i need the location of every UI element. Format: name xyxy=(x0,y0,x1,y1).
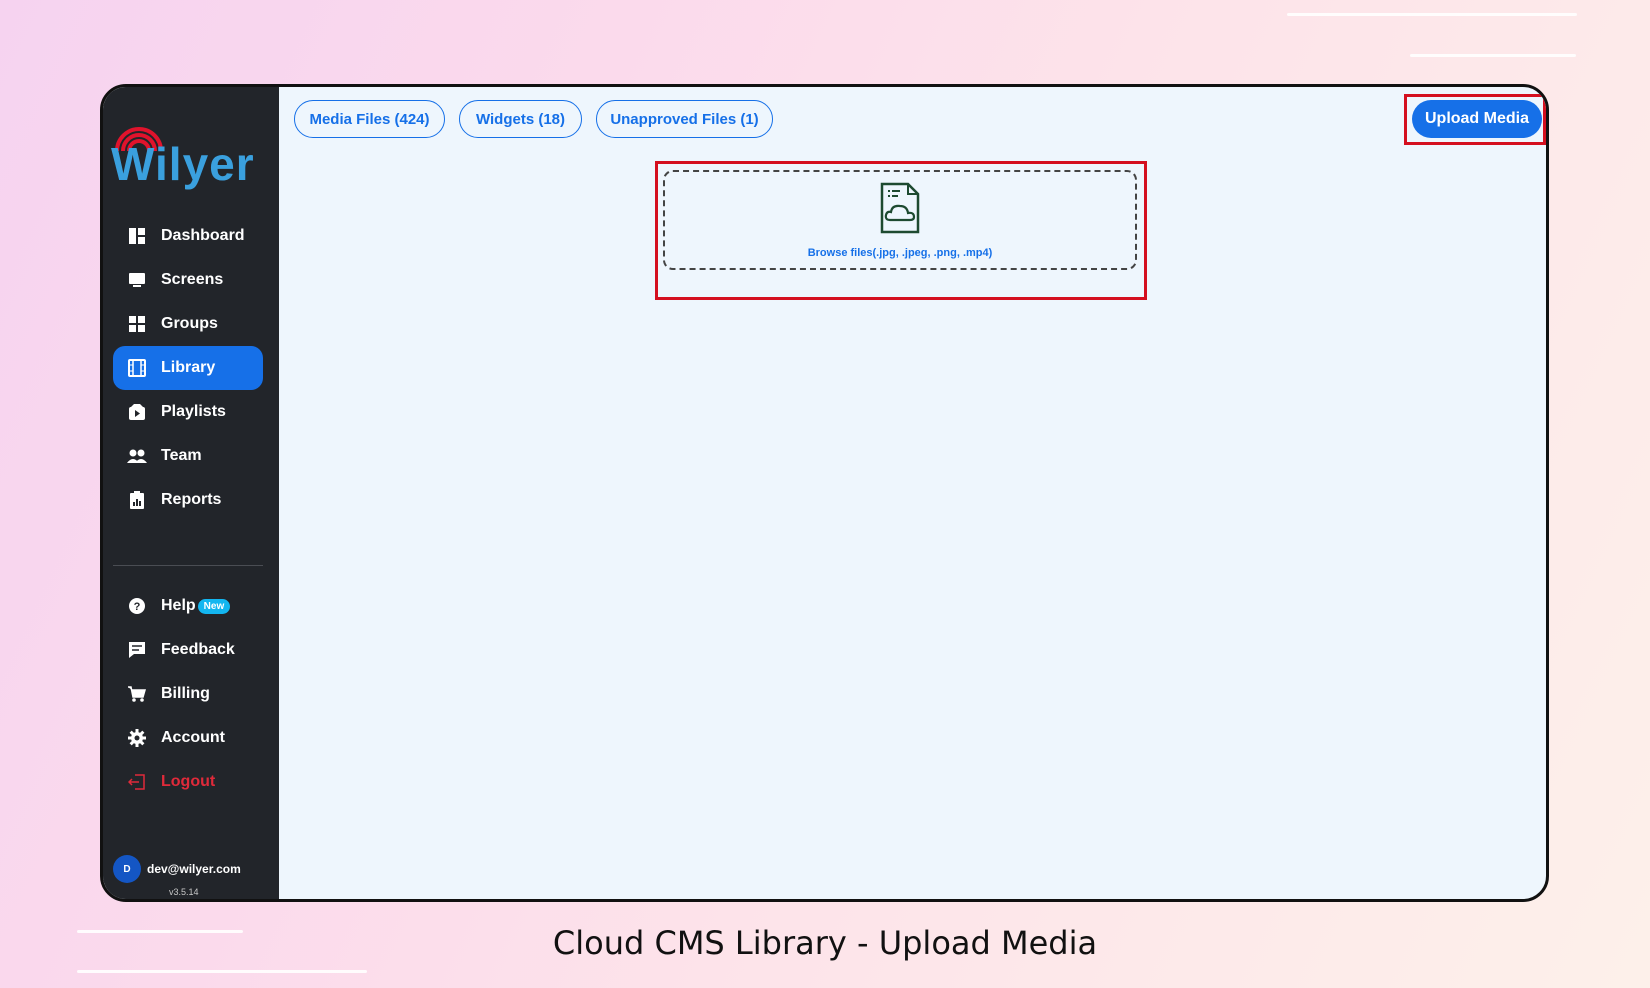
sidebar-item-label: Groups xyxy=(161,315,218,332)
user-email: dev@wilyer.com xyxy=(147,862,241,876)
help-icon: ? xyxy=(127,596,147,616)
sidebar-item-groups[interactable]: Groups xyxy=(113,302,263,346)
sidebar-item-label: Feedback xyxy=(161,641,235,658)
clipboard-icon xyxy=(127,490,147,510)
sidebar-item-label: Help xyxy=(161,597,196,614)
cloud-file-icon xyxy=(880,182,920,239)
tab-unapproved-files[interactable]: Unapproved Files (1) xyxy=(596,100,773,138)
upload-media-button[interactable]: Upload Media xyxy=(1412,100,1542,138)
sidebar-item-label: Account xyxy=(161,729,225,746)
sidebar-item-label: Screens xyxy=(161,271,224,288)
page-caption: Cloud CMS Library - Upload Media xyxy=(552,924,1098,962)
app-window: Wilyer Dashboard Screens Groups Library xyxy=(100,84,1549,902)
new-badge: New xyxy=(197,598,231,614)
sidebar-item-team[interactable]: Team xyxy=(113,434,263,478)
sidebar-item-screens[interactable]: Screens xyxy=(113,258,263,302)
tab-widgets[interactable]: Widgets (18) xyxy=(459,100,582,138)
sidebar-item-label: Reports xyxy=(161,491,222,508)
monitor-icon xyxy=(127,270,147,290)
decor-line xyxy=(77,970,367,973)
file-dropzone[interactable]: Browse files(.jpg, .jpeg, .png, .mp4) xyxy=(663,170,1137,270)
sidebar-item-label: Dashboard xyxy=(161,227,245,244)
logout-icon xyxy=(127,772,147,792)
user-profile[interactable]: D dev@wilyer.com xyxy=(113,855,241,883)
sidebar-item-label: Billing xyxy=(161,685,210,702)
avatar: D xyxy=(113,855,141,883)
sidebar: Wilyer Dashboard Screens Groups Library xyxy=(103,87,279,899)
upload-media-label: Upload Media xyxy=(1424,110,1529,127)
sidebar-item-feedback[interactable]: Feedback xyxy=(113,628,263,672)
tab-label: Unapproved Files (1) xyxy=(610,110,759,128)
main-content: Media Files (424) Widgets (18) Unapprove… xyxy=(279,87,1546,899)
sidebar-item-billing[interactable]: Billing xyxy=(113,672,263,716)
playlist-icon xyxy=(127,402,147,422)
sidebar-item-dashboard[interactable]: Dashboard xyxy=(113,214,263,258)
sidebar-item-library[interactable]: Library xyxy=(113,346,263,390)
sidebar-item-logout[interactable]: Logout xyxy=(113,760,263,804)
grid-icon xyxy=(127,314,147,334)
sidebar-item-label: Logout xyxy=(161,773,216,790)
feedback-icon xyxy=(127,640,147,660)
sidebar-item-account[interactable]: Account xyxy=(113,716,263,760)
sidebar-item-playlists[interactable]: Playlists xyxy=(113,390,263,434)
tab-media-files[interactable]: Media Files (424) xyxy=(294,100,445,138)
sidebar-item-label: Library xyxy=(161,359,216,376)
film-icon xyxy=(127,358,147,378)
dashboard-icon xyxy=(127,226,147,246)
decor-line xyxy=(1287,13,1577,16)
sidebar-item-help[interactable]: ? Help New xyxy=(113,584,263,628)
team-icon xyxy=(127,446,147,466)
sidebar-divider xyxy=(113,565,263,566)
sidebar-item-reports[interactable]: Reports xyxy=(113,478,263,522)
tab-label: Media Files (424) xyxy=(309,110,430,128)
sidebar-item-label: Playlists xyxy=(161,403,226,420)
gear-icon xyxy=(127,728,147,748)
browse-files-link[interactable]: Browse files(.jpg, .jpeg, .png, .mp4) xyxy=(808,247,993,259)
sidebar-item-label: Team xyxy=(161,447,202,464)
brand-name: Wilyer xyxy=(111,138,255,190)
app-version: v3.5.14 xyxy=(169,887,199,897)
cart-icon xyxy=(127,684,147,704)
decor-line xyxy=(1410,54,1576,57)
tab-label: Widgets (18) xyxy=(475,110,566,128)
svg-text:?: ? xyxy=(134,601,141,613)
wilyer-logo: Wilyer xyxy=(111,113,269,190)
